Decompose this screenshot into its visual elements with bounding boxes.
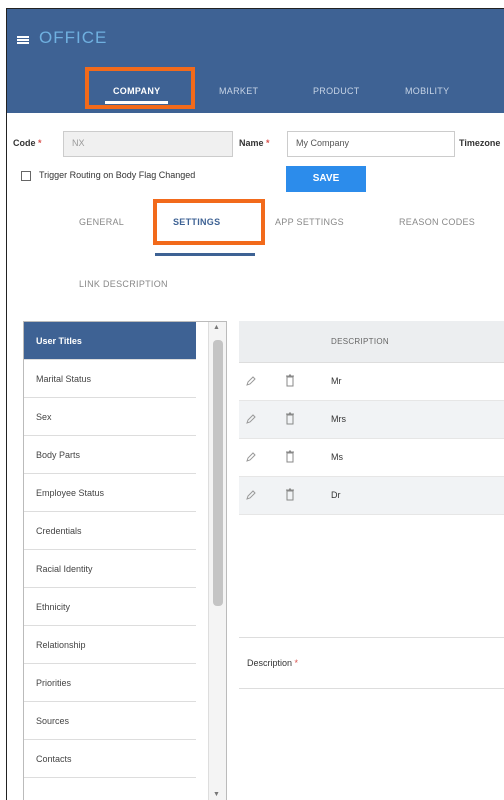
table-row[interactable]: Dr xyxy=(239,477,504,515)
main-nav: COMPANY MARKET PRODUCT MOBILITY xyxy=(7,75,504,107)
row-description: Mrs xyxy=(331,414,346,424)
list-item-contacts[interactable]: Contacts xyxy=(24,740,196,778)
list-item-sex[interactable]: Sex xyxy=(24,398,196,436)
list-item-sources[interactable]: Sources xyxy=(24,702,196,740)
list-item-employee-status[interactable]: Employee Status xyxy=(24,474,196,512)
company-form-row: Code * NX Name * My Company Timezone xyxy=(7,127,504,157)
trigger-routing-checkbox[interactable] xyxy=(21,171,31,181)
app-window: OFFICE COMPANY MARKET PRODUCT MOBILITY C… xyxy=(6,8,504,800)
timezone-label: Timezone xyxy=(459,138,501,148)
list-item-relationship[interactable]: Relationship xyxy=(24,626,196,664)
table-row[interactable]: Ms xyxy=(239,439,504,477)
name-label: Name * xyxy=(239,138,270,148)
name-field[interactable]: My Company xyxy=(287,131,455,157)
active-subtab-indicator xyxy=(155,253,255,256)
hamburger-menu-icon[interactable] xyxy=(17,36,29,44)
scroll-up-icon[interactable]: ▲ xyxy=(213,324,220,331)
edit-pencil-icon[interactable] xyxy=(245,413,257,425)
nav-tab-mobility[interactable]: MOBILITY xyxy=(405,75,449,107)
list-scrollbar[interactable]: ▲ ▼ xyxy=(208,322,226,800)
edit-pencil-icon[interactable] xyxy=(245,375,257,387)
description-form: Description * xyxy=(239,637,504,689)
table-row[interactable]: Mr xyxy=(239,363,504,401)
grid-header: DESCRIPTION xyxy=(239,321,504,363)
trash-icon[interactable] xyxy=(285,488,295,501)
list-item-user-titles[interactable]: User Titles xyxy=(24,322,196,360)
table-row[interactable]: Mrs xyxy=(239,401,504,439)
highlight-box-settings xyxy=(153,199,265,245)
app-brand: OFFICE xyxy=(39,28,108,47)
highlight-box-company xyxy=(85,67,195,109)
column-header-description[interactable]: DESCRIPTION xyxy=(331,337,389,346)
row-description: Dr xyxy=(331,490,341,500)
list-item-priorities[interactable]: Priorities xyxy=(24,664,196,702)
nav-tab-product[interactable]: PRODUCT xyxy=(313,75,360,107)
edit-pencil-icon[interactable] xyxy=(245,489,257,501)
edit-pencil-icon[interactable] xyxy=(245,451,257,463)
save-button[interactable]: SAVE xyxy=(286,166,366,192)
row-description: Mr xyxy=(331,376,342,386)
lookup-list: User Titles Marital Status Sex Body Part… xyxy=(23,321,227,800)
subtab-reason-codes[interactable]: REASON CODES xyxy=(399,217,475,227)
trash-icon[interactable] xyxy=(285,412,295,425)
description-label: Description * xyxy=(247,658,299,668)
scrollbar-thumb[interactable] xyxy=(213,340,223,606)
list-item-body-parts[interactable]: Body Parts xyxy=(24,436,196,474)
list-item-credentials[interactable]: Credentials xyxy=(24,512,196,550)
list-item-marital-status[interactable]: Marital Status xyxy=(24,360,196,398)
row-description: Ms xyxy=(331,452,343,462)
trash-icon[interactable] xyxy=(285,374,295,387)
list-item-racial-identity[interactable]: Racial Identity xyxy=(24,550,196,588)
code-field[interactable]: NX xyxy=(63,131,233,157)
trigger-routing-label: Trigger Routing on Body Flag Changed xyxy=(39,170,196,180)
subtab-link-description[interactable]: LINK DESCRIPTION xyxy=(79,279,168,289)
list-item-ethnicity[interactable]: Ethnicity xyxy=(24,588,196,626)
subtab-app-settings[interactable]: APP SETTINGS xyxy=(275,217,344,227)
trash-icon[interactable] xyxy=(285,450,295,463)
scroll-down-icon[interactable]: ▼ xyxy=(213,791,220,798)
top-bar: OFFICE COMPANY MARKET PRODUCT MOBILITY xyxy=(7,9,504,113)
nav-tab-market[interactable]: MARKET xyxy=(219,75,258,107)
code-label: Code * xyxy=(13,138,42,148)
subtab-general[interactable]: GENERAL xyxy=(79,217,124,227)
